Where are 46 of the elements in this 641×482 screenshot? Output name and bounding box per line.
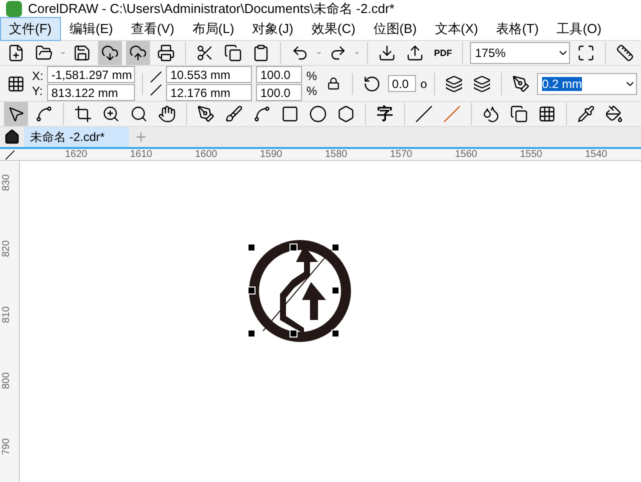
zoom-dropdown[interactable]: 175% (470, 42, 570, 64)
cloud-download-icon[interactable] (98, 41, 122, 65)
text-tool-button[interactable]: 字 (373, 102, 397, 126)
menu-item[interactable]: 查看(V) (122, 17, 184, 41)
app-logo-icon (6, 1, 22, 17)
menu-item[interactable]: 布局(L) (183, 17, 244, 41)
menu-item[interactable]: 效果(C) (302, 17, 364, 41)
menu-item[interactable]: 表格(T) (487, 17, 548, 41)
ruler-label: 830 (1, 174, 12, 191)
ruler-label: 820 (1, 240, 12, 257)
angle-field[interactable]: 0.0 (388, 75, 416, 92)
x-position-field[interactable]: -1,581.297 mm (47, 66, 136, 83)
menu-item[interactable]: 文本(X) (426, 17, 488, 41)
scale-y-field[interactable]: 100.0 (256, 84, 302, 101)
menu-item[interactable]: 编辑(E) (60, 17, 122, 41)
ruler-label: 810 (1, 306, 12, 323)
x-label: X: (32, 69, 44, 83)
menu-item[interactable]: 工具(O) (548, 17, 610, 41)
ruler-label: 1620 (65, 149, 88, 160)
scale-x-field[interactable]: 100.0 (256, 66, 302, 83)
document-tab[interactable]: 未命名 -2.cdr* (24, 127, 129, 147)
menu-item[interactable]: 文件(F) (0, 17, 61, 41)
ruler-label: 790 (1, 438, 12, 455)
y-position-field[interactable]: 813.122 mm (47, 84, 136, 101)
ruler-label: 1590 (260, 149, 284, 160)
ruler-label: 1550 (520, 149, 544, 160)
percent-label: % (306, 69, 318, 83)
pointer-tool-icon[interactable] (4, 102, 28, 126)
ruler-label: 1580 (325, 149, 348, 160)
height-field[interactable]: 12.176 mm (166, 84, 252, 101)
ruler-label: 800 (1, 372, 12, 389)
ruler-label: 1600 (195, 149, 218, 160)
degree-label: o (420, 76, 427, 90)
width-field[interactable]: 10.553 mm (166, 66, 252, 83)
menu-item[interactable]: 对象(J) (243, 17, 302, 41)
outline-width-dropdown[interactable]: 0.2 mm (537, 72, 637, 94)
window-title: CorelDRAW - C:\Users\Administrator\Documents\未命名 -2.cdr* (28, 0, 394, 18)
ruler-label: 1560 (455, 149, 478, 160)
percent-label: % (306, 84, 318, 98)
ruler-label: 1540 (585, 149, 608, 160)
menu-item[interactable]: 位图(B) (364, 17, 426, 41)
ruler-label: 1570 (390, 149, 414, 160)
cloud-upload-icon[interactable] (126, 41, 150, 65)
y-label: Y: (32, 84, 44, 98)
ruler-label: 1610 (130, 149, 154, 160)
pdf-button[interactable]: PDF (431, 41, 455, 65)
